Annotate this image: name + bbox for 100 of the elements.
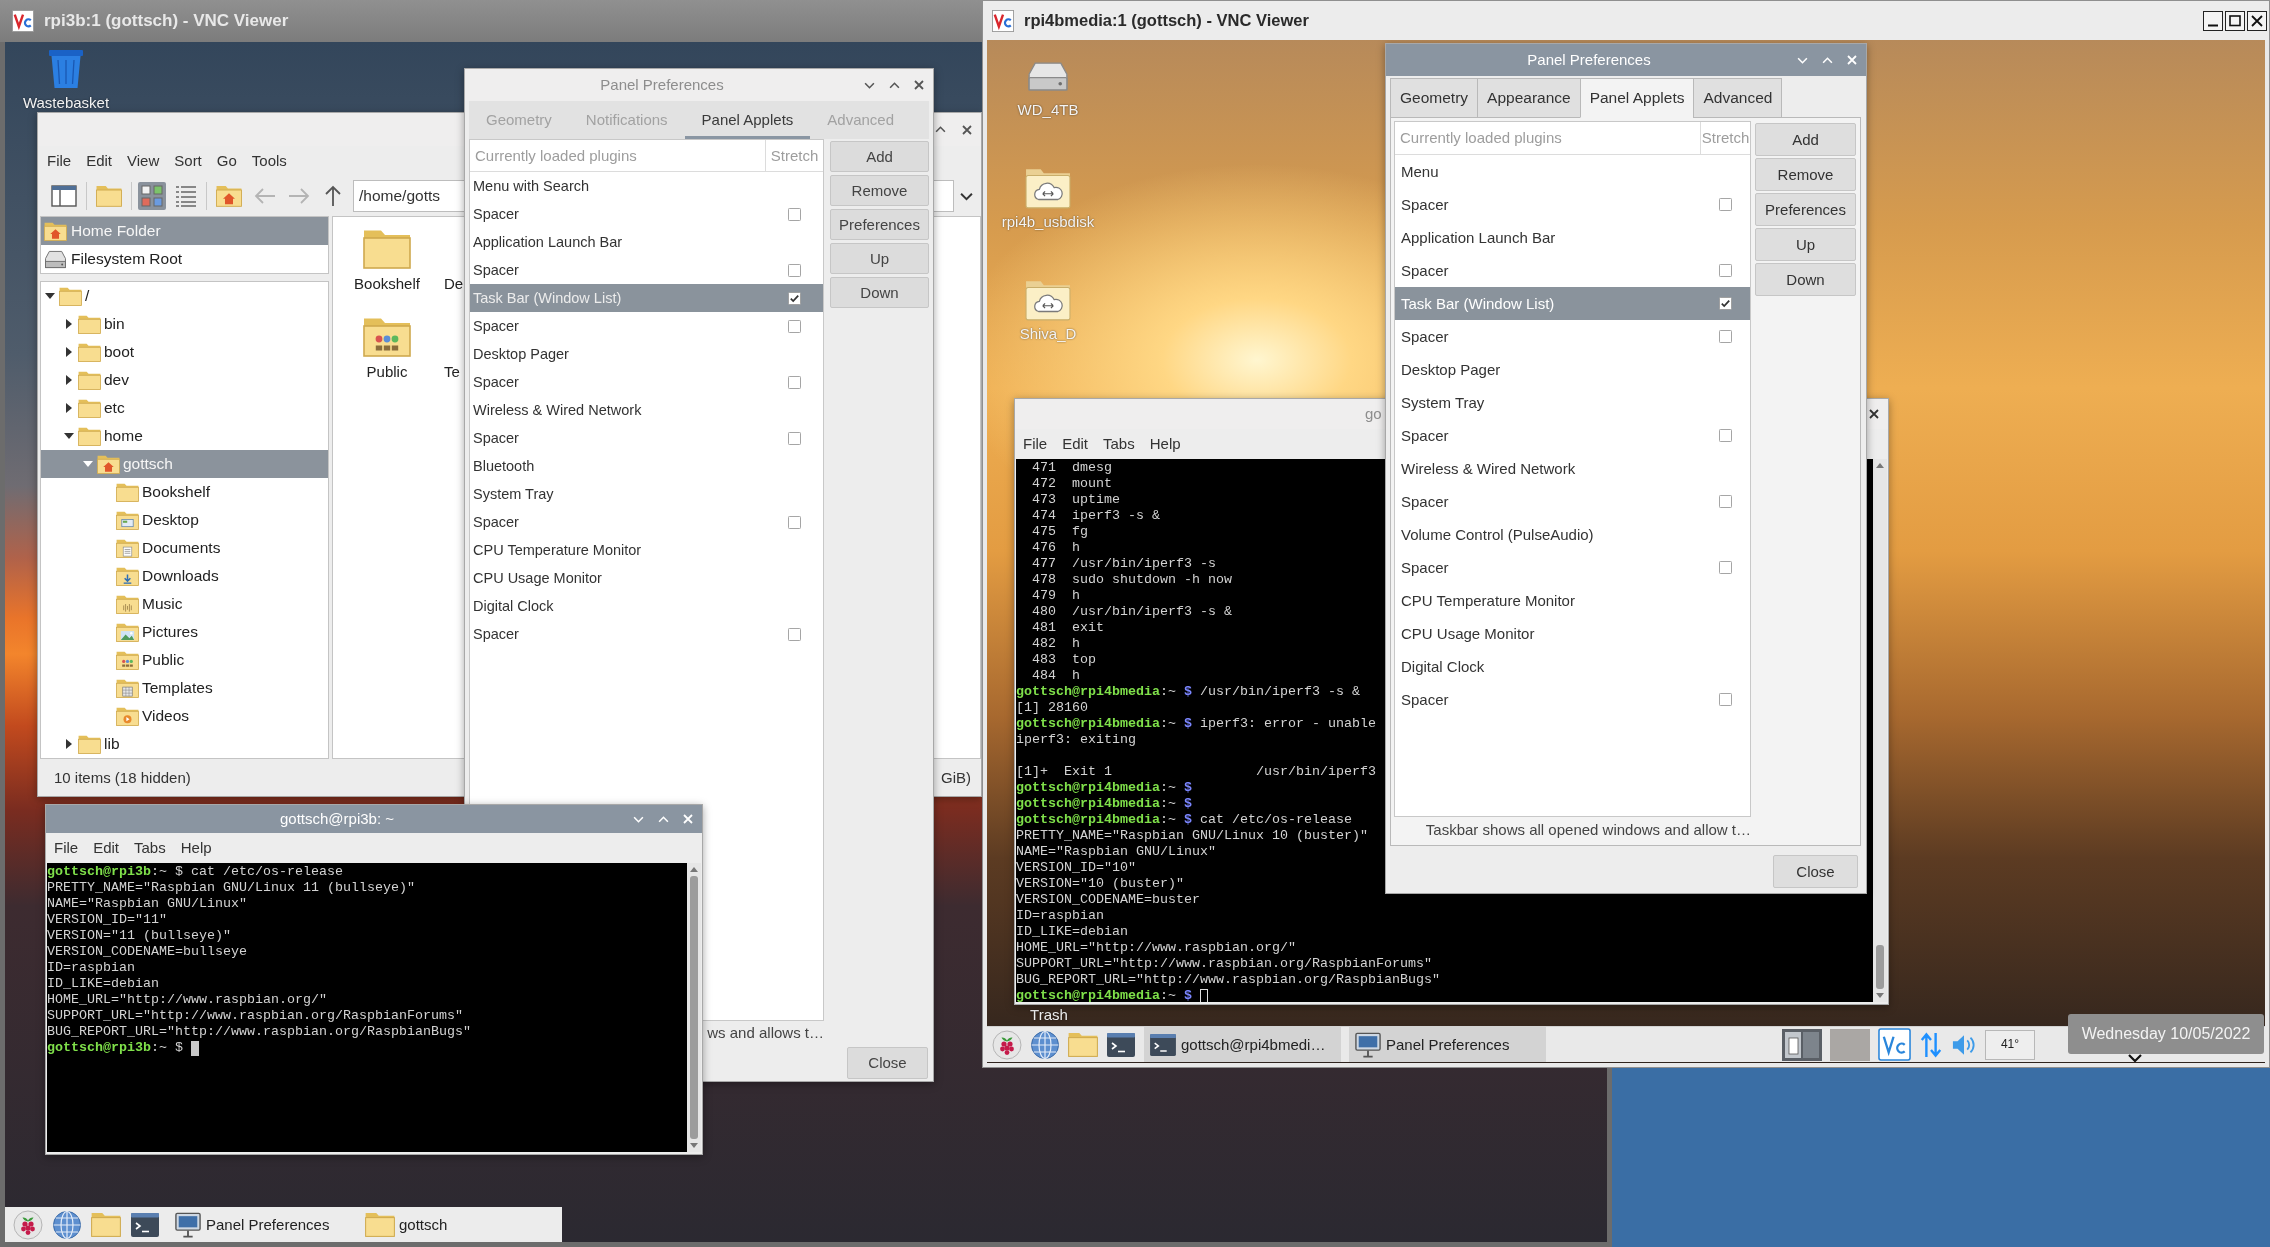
plugin-row[interactable]: Digital Clock bbox=[1395, 650, 1750, 683]
icon-label[interactable]: Wastebasket bbox=[22, 94, 110, 112]
triangle-down-icon[interactable] bbox=[64, 431, 74, 441]
checkbox[interactable] bbox=[1718, 429, 1732, 442]
triangle-down-icon[interactable] bbox=[45, 291, 55, 301]
checkbox[interactable] bbox=[787, 627, 801, 641]
tree-item[interactable]: Videos bbox=[41, 702, 328, 730]
tree-item[interactable]: Templates bbox=[41, 674, 328, 702]
globe-icon[interactable] bbox=[1030, 1029, 1060, 1060]
close-icon[interactable] bbox=[914, 80, 924, 90]
plugin-row[interactable]: Desktop Pager bbox=[470, 340, 823, 368]
close-button[interactable]: Close bbox=[847, 1046, 928, 1079]
action-button[interactable]: Preferences bbox=[1755, 193, 1856, 226]
folder-icon[interactable] bbox=[363, 229, 411, 269]
plugin-row[interactable]: Spacer bbox=[470, 424, 823, 452]
plugin-row[interactable]: Spacer bbox=[470, 312, 823, 340]
checkbox[interactable] bbox=[787, 515, 801, 529]
plugin-row[interactable]: Volume Control (PulseAudio) bbox=[1395, 518, 1750, 551]
menu-item[interactable]: Sort bbox=[174, 151, 202, 171]
triangle-right-icon[interactable] bbox=[64, 347, 74, 357]
plugin-row[interactable]: Spacer bbox=[1395, 683, 1750, 716]
plugin-row[interactable]: Spacer bbox=[470, 620, 823, 648]
taskbar-button[interactable]: gottsch@rpi4bmedi… bbox=[1144, 1027, 1341, 1062]
close-button[interactable]: Close bbox=[1773, 855, 1858, 888]
close-icon[interactable] bbox=[1869, 409, 1879, 419]
menu-item[interactable]: Help bbox=[180, 838, 212, 858]
raspberry-icon[interactable] bbox=[992, 1029, 1022, 1060]
file-label[interactable]: De bbox=[444, 275, 464, 293]
pager-icon[interactable] bbox=[1782, 1028, 1822, 1061]
checkbox[interactable] bbox=[787, 263, 801, 277]
minimize-icon[interactable] bbox=[2203, 10, 2223, 31]
action-button[interactable]: Preferences bbox=[830, 209, 929, 240]
menu-item[interactable]: File bbox=[47, 151, 72, 171]
taskbar-button[interactable]: gottsch bbox=[360, 1207, 542, 1242]
up-down-arrows-icon[interactable] bbox=[1919, 1030, 1943, 1059]
plugin-row[interactable]: Menu bbox=[1395, 155, 1750, 188]
menu-item[interactable]: Edit bbox=[1062, 434, 1089, 454]
scrollbar[interactable] bbox=[687, 863, 701, 1152]
plugin-row[interactable]: CPU Usage Monitor bbox=[470, 564, 823, 592]
globe-icon[interactable] bbox=[52, 1209, 82, 1240]
plugin-row[interactable]: Wireless & Wired Network bbox=[470, 396, 823, 424]
triangle-right-icon[interactable] bbox=[64, 403, 74, 413]
action-button[interactable]: Remove bbox=[1755, 158, 1856, 191]
triangle-right-icon[interactable] bbox=[64, 319, 74, 329]
file-label[interactable]: Public bbox=[366, 363, 408, 381]
action-button[interactable]: Add bbox=[1755, 123, 1856, 156]
checkbox[interactable] bbox=[787, 431, 801, 445]
tree-item[interactable]: Desktop bbox=[41, 506, 328, 534]
plugin-row[interactable]: Application Launch Bar bbox=[470, 228, 823, 256]
trash-icon[interactable] bbox=[48, 49, 84, 89]
plugin-row[interactable]: System Tray bbox=[470, 480, 823, 508]
tree-item[interactable]: lib bbox=[41, 730, 328, 758]
plugin-row[interactable]: Desktop Pager bbox=[1395, 353, 1750, 386]
plugin-row[interactable]: Spacer bbox=[470, 200, 823, 228]
action-button[interactable]: Remove bbox=[830, 175, 929, 206]
plugin-row[interactable]: Spacer bbox=[1395, 419, 1750, 452]
maximize-icon[interactable] bbox=[2225, 10, 2245, 31]
checkbox[interactable] bbox=[1718, 297, 1732, 310]
plugin-row[interactable]: Spacer bbox=[1395, 188, 1750, 221]
tab[interactable]: Advanced bbox=[1693, 78, 1783, 118]
action-button[interactable]: Up bbox=[830, 243, 929, 274]
tree-item[interactable]: home bbox=[41, 422, 328, 450]
tree-item[interactable]: Documents bbox=[41, 534, 328, 562]
menu-item[interactable]: Tools bbox=[251, 151, 287, 171]
tree-item[interactable]: bin bbox=[41, 310, 328, 338]
tree-item[interactable]: Music bbox=[41, 590, 328, 618]
drive-icon[interactable] bbox=[1028, 61, 1068, 91]
menu-item[interactable]: Go bbox=[216, 151, 237, 171]
menu-item[interactable]: Tabs bbox=[1103, 434, 1135, 454]
checkbox[interactable] bbox=[787, 375, 801, 389]
close-icon[interactable] bbox=[2247, 10, 2267, 31]
checkbox[interactable] bbox=[1718, 198, 1732, 211]
terminal-icon[interactable] bbox=[130, 1211, 160, 1238]
plugin-row[interactable]: CPU Temperature Monitor bbox=[470, 536, 823, 564]
triangle-right-icon[interactable] bbox=[64, 375, 74, 385]
plugin-row[interactable]: Spacer bbox=[470, 368, 823, 396]
tree-item[interactable]: Pictures bbox=[41, 618, 328, 646]
menu-item[interactable]: Tabs bbox=[134, 838, 166, 858]
menu-item[interactable]: File bbox=[54, 838, 79, 858]
action-button[interactable]: Down bbox=[1755, 263, 1856, 296]
tree-item[interactable]: Downloads bbox=[41, 562, 328, 590]
action-button[interactable]: Down bbox=[830, 277, 929, 308]
chevron-up-icon[interactable] bbox=[889, 81, 900, 89]
terminal-icon[interactable] bbox=[1106, 1031, 1136, 1058]
logo-icon[interactable] bbox=[1878, 1028, 1911, 1061]
taskbar-button[interactable]: Panel Preferences bbox=[169, 1207, 351, 1242]
cloud-folder-icon[interactable] bbox=[1025, 279, 1071, 321]
people-folder-icon[interactable] bbox=[363, 317, 411, 357]
menu-item[interactable]: File bbox=[1023, 434, 1048, 454]
menu-item[interactable]: Edit bbox=[86, 151, 113, 171]
tree-item[interactable]: / bbox=[41, 282, 328, 310]
file-label[interactable]: Te bbox=[444, 363, 460, 381]
checkbox[interactable] bbox=[1718, 330, 1732, 343]
plugin-row[interactable]: Application Launch Bar bbox=[1395, 221, 1750, 254]
folder-icon[interactable] bbox=[91, 1212, 121, 1237]
action-button[interactable]: Add bbox=[830, 141, 929, 172]
plugin-row[interactable]: Spacer bbox=[470, 256, 823, 284]
menu-item[interactable]: Help bbox=[1149, 434, 1181, 454]
tree-item[interactable]: Bookshelf bbox=[41, 478, 328, 506]
chevron-up-icon[interactable] bbox=[935, 126, 946, 133]
